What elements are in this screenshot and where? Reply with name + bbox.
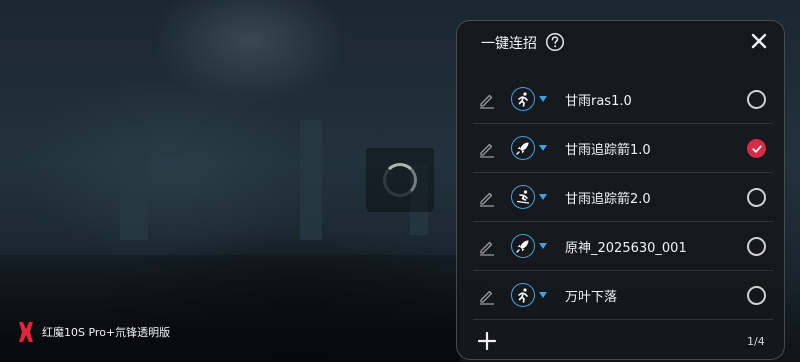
- brand-watermark: 红魔10S Pro+氘锋透明版: [16, 320, 170, 344]
- background-structure: [120, 150, 148, 240]
- list-item[interactable]: 甘雨追踪箭2.0: [473, 173, 773, 222]
- chevron-down-icon[interactable]: [539, 145, 547, 151]
- brand-text: 红魔10S Pro+氘锋透明版: [42, 326, 171, 339]
- running-person-icon[interactable]: [511, 87, 535, 111]
- list-item-label: 甘雨ras1.0: [565, 94, 632, 109]
- edit-pencil-icon[interactable]: [478, 140, 496, 158]
- loading-indicator: [366, 148, 434, 212]
- list-item[interactable]: 甘雨追踪箭1.0: [473, 124, 773, 173]
- close-icon[interactable]: [750, 32, 768, 50]
- radio-button[interactable]: [747, 90, 766, 109]
- background-structure: [300, 120, 322, 240]
- edit-pencil-icon[interactable]: [478, 189, 496, 207]
- panel-title: 一键连招: [481, 36, 537, 52]
- list-item[interactable]: 原神_2025630_001: [473, 222, 773, 271]
- list-item[interactable]: 万叶下落: [473, 271, 773, 320]
- red-magic-logo-icon: [19, 322, 33, 342]
- background-ground: [0, 255, 460, 362]
- edit-pencil-icon[interactable]: [478, 91, 496, 109]
- chevron-down-icon[interactable]: [539, 194, 547, 200]
- chevron-down-icon[interactable]: [539, 243, 547, 249]
- edit-pencil-icon[interactable]: [478, 287, 496, 305]
- edit-pencil-icon[interactable]: [478, 238, 496, 256]
- rocket-icon[interactable]: [511, 136, 535, 160]
- skiing-person-icon[interactable]: [511, 185, 535, 209]
- running-person-icon[interactable]: [511, 283, 535, 307]
- radio-button[interactable]: [747, 286, 766, 305]
- radio-button-selected[interactable]: [747, 139, 766, 158]
- list-item-label: 原神_2025630_001: [565, 241, 687, 256]
- add-icon[interactable]: [477, 331, 497, 351]
- panel-header: 一键连招: [457, 21, 784, 63]
- rocket-icon[interactable]: [511, 234, 535, 258]
- help-icon[interactable]: [545, 32, 565, 52]
- list-item-label: 甘雨追踪箭1.0: [565, 143, 651, 158]
- list-item[interactable]: 甘雨ras1.0: [473, 75, 773, 124]
- list-item-label: 万叶下落: [565, 290, 618, 305]
- combo-list: 甘雨ras1.0 甘雨追踪箭1.0 甘雨追踪箭2.0 原神_2025630_00…: [473, 75, 773, 320]
- page-indicator: 1/4: [747, 335, 765, 348]
- radio-button[interactable]: [747, 188, 766, 207]
- loading-spinner-icon: [383, 163, 417, 197]
- list-item-label: 甘雨追踪箭2.0: [565, 192, 651, 207]
- combo-panel: 一键连招 甘雨ras1.0 甘雨追踪箭1.0 甘雨追踪箭2.0 原神_20256…: [456, 20, 785, 360]
- chevron-down-icon[interactable]: [539, 96, 547, 102]
- radio-button[interactable]: [747, 237, 766, 256]
- chevron-down-icon[interactable]: [539, 292, 547, 298]
- panel-footer: 1/4: [457, 331, 784, 361]
